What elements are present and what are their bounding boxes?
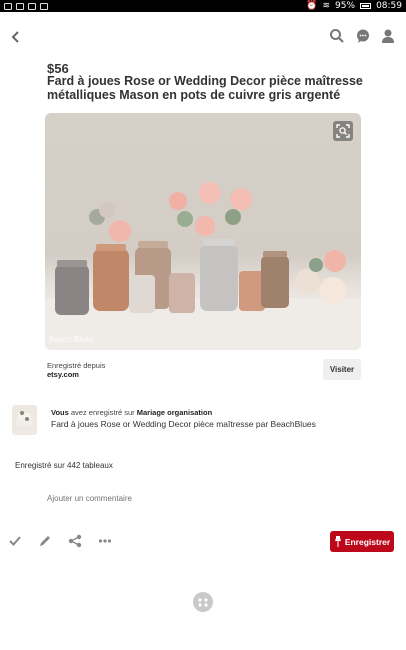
visual-search-icon: [336, 124, 350, 138]
comment-input[interactable]: [47, 494, 247, 503]
search-button[interactable]: [329, 28, 345, 44]
source-domain[interactable]: etsy.com: [47, 370, 79, 379]
saved-from-label: Enregistré depuis: [47, 361, 106, 370]
edit-icon: [40, 536, 50, 546]
battery-icon: [360, 3, 372, 9]
status-bar: ⏰ ≋ 95% 08:59: [0, 0, 406, 12]
pin-icon: [334, 536, 341, 547]
image-watermark: Beach Blues: [49, 335, 94, 344]
visual-search-button[interactable]: [333, 121, 353, 141]
save-label: Enregistrer: [344, 536, 391, 547]
more-options-button[interactable]: [98, 534, 112, 548]
check-icon: [9, 536, 21, 546]
top-bar: [0, 24, 406, 50]
camera-icon: [40, 2, 48, 10]
back-button[interactable]: [8, 28, 24, 46]
wifi-icon: ≋: [322, 1, 331, 11]
activity-board[interactable]: Mariage organisation: [137, 408, 212, 417]
more-ideas-button[interactable]: [193, 592, 213, 612]
document-icon: [28, 2, 36, 10]
battery-percent: 95%: [335, 1, 356, 11]
gallery-icon: [16, 2, 24, 10]
clock: 08:59: [376, 1, 402, 11]
mason-jars-photo: [45, 182, 361, 350]
activity-action: avez enregistré sur: [68, 408, 137, 417]
search-icon: [330, 29, 344, 43]
avatar[interactable]: [12, 405, 37, 435]
alarm-icon: ⏰: [306, 1, 318, 11]
tried-it-button[interactable]: [8, 534, 22, 548]
activity-line: Vous avez enregistré sur Mariage organis…: [51, 408, 212, 417]
activity-user: Vous: [51, 408, 69, 417]
share-button[interactable]: [68, 534, 82, 548]
pin-image[interactable]: Beach Blues: [45, 113, 361, 350]
activity-description: Fard à joues Rose or Wedding Decor pièce…: [51, 419, 316, 429]
save-button[interactable]: Enregistrer: [330, 531, 394, 552]
messages-button[interactable]: [355, 28, 371, 44]
notification-icon: [4, 2, 12, 10]
chat-icon: [357, 29, 369, 43]
profile-button[interactable]: [380, 28, 396, 44]
dots-icon: [198, 598, 208, 607]
pin-title: Fard à joues Rose or Wedding Decor pièce…: [47, 74, 363, 102]
more-icon: [98, 539, 112, 543]
edit-button[interactable]: [38, 534, 52, 548]
saved-from: Enregistré depuis etsy.com: [47, 361, 105, 379]
profile-icon: [382, 29, 394, 43]
visit-button[interactable]: Visiter: [323, 359, 361, 380]
wedding-cake-avatar: [14, 411, 35, 433]
back-icon: [11, 31, 19, 43]
share-icon: [68, 534, 82, 548]
saved-count[interactable]: Enregistré sur 442 tableaux: [15, 461, 113, 470]
